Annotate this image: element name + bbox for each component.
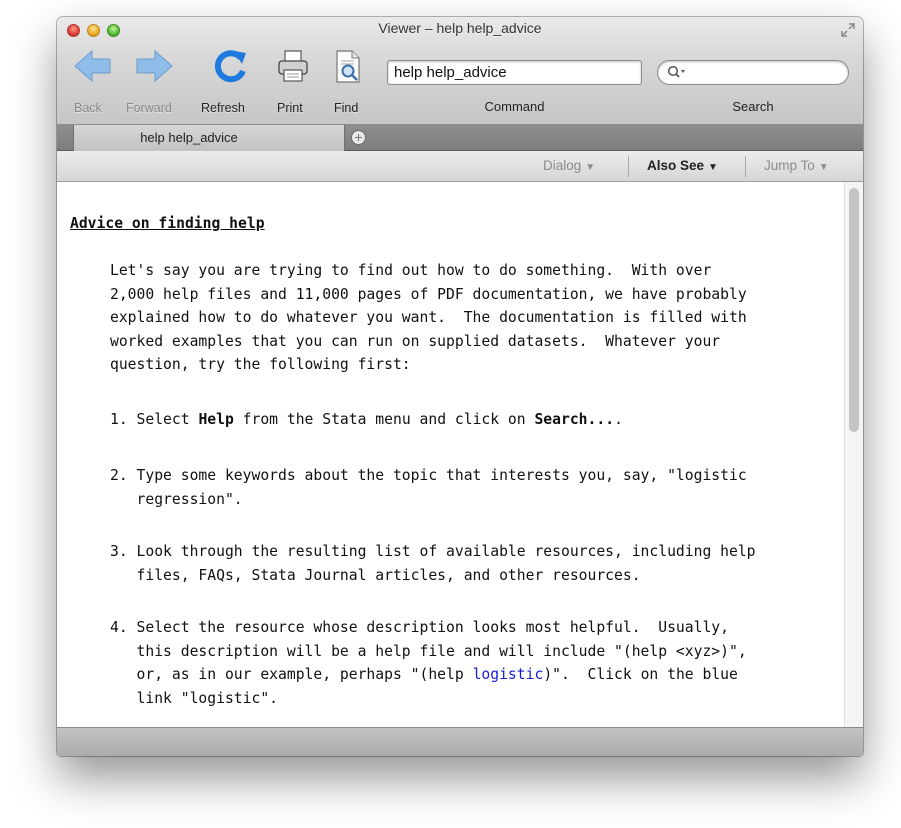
viewer-window: Viewer – help help_advice Back Forward R… [57, 17, 863, 756]
search-label: Search [732, 99, 774, 114]
back-arrow-icon [74, 49, 111, 83]
find-icon [336, 50, 360, 83]
print-button[interactable]: Print [271, 49, 315, 115]
divider [628, 156, 629, 177]
step-4-text: )". Click on the blue [543, 666, 738, 683]
vertical-scrollbar[interactable] [844, 182, 863, 727]
command-label: Command [484, 99, 545, 114]
help-menu-ref: Help [198, 411, 234, 428]
command-input[interactable] [387, 60, 642, 85]
step-4-line: link "logistic". [110, 689, 279, 707]
chevron-down-icon: ▼ [585, 162, 596, 173]
scrollbar-thumb[interactable] [849, 188, 859, 432]
forward-label: Forward [126, 101, 172, 115]
step-2-line: 2. Type some keywords about the topic th… [110, 467, 747, 484]
intro-line: worked examples that you can run on supp… [110, 332, 721, 350]
help-heading: Advice on finding help [70, 215, 265, 232]
intro-line: Let's say you are trying to find out how… [110, 262, 712, 279]
intro-line: explained how to do whatever you want. T… [110, 309, 747, 326]
intro-line: 2,000 help files and 11,000 pages of PDF… [110, 285, 747, 303]
search-icon [667, 65, 685, 78]
find-label: Find [334, 101, 359, 115]
search-field[interactable] [657, 60, 849, 85]
window-toolbar: Viewer – help help_advice Back Forward R… [57, 17, 863, 125]
refresh-label: Refresh [201, 101, 245, 115]
jump-to-menu[interactable]: Jump To ▼ [764, 158, 829, 173]
back-label: Back [74, 101, 102, 115]
tab-help-advice[interactable]: help help_advice [73, 125, 345, 151]
logistic-link[interactable]: logistic [473, 666, 544, 683]
step-2: 2. Type some keywords about the topic th… [110, 464, 747, 511]
viewer-subtoolbar: Dialog ▼ Also See ▼ Jump To ▼ [57, 151, 863, 182]
dialog-menu-label: Dialog [543, 158, 582, 173]
chevron-down-icon: ▼ [708, 162, 718, 173]
refresh-icon [214, 50, 246, 83]
fullscreen-icon[interactable] [841, 23, 855, 37]
intro-line: question, try the following first: [110, 356, 411, 373]
step-4-text: or, as in our example, perhaps "(help [110, 666, 473, 683]
forward-arrow-icon [136, 49, 173, 83]
also-see-label: Also See [647, 158, 705, 173]
step-3-line: files, FAQs, Stata Journal articles, and… [110, 566, 641, 584]
print-label: Print [277, 101, 303, 115]
step-1: 1. Select Help from the Stata menu and c… [110, 408, 623, 432]
also-see-menu[interactable]: Also See ▼ [647, 158, 718, 173]
tab-bar: help help_advice [57, 125, 863, 151]
step-4-line: 4. Select the resource whose description… [110, 619, 729, 636]
status-bar [57, 727, 863, 756]
step-4: 4. Select the resource whose description… [110, 616, 747, 710]
divider [745, 156, 746, 177]
forward-button[interactable]: Forward [123, 49, 183, 115]
printer-icon [278, 50, 308, 82]
step-4-line: or, as in our example, perhaps "(help lo… [110, 663, 747, 687]
add-tab-icon[interactable] [351, 130, 366, 145]
step-4-line: this description will be a help file and… [110, 642, 747, 660]
intro-paragraph: Let's say you are trying to find out how… [110, 259, 747, 377]
window-title: Viewer – help help_advice [378, 20, 542, 36]
chevron-down-icon: ▼ [818, 162, 829, 173]
step-1-text: from the Stata menu and click on [233, 411, 535, 428]
search-menu-ref: Search... [534, 411, 615, 428]
step-1-text: . [614, 411, 623, 428]
step-3: 3. Look through the resulting list of av… [110, 540, 756, 587]
step-2-line: regression". [110, 490, 243, 508]
step-3-line: 3. Look through the resulting list of av… [110, 543, 756, 560]
jump-to-label: Jump To [764, 158, 815, 173]
refresh-button[interactable]: Refresh [200, 49, 258, 115]
help-content: Advice on finding help Let's say you are… [57, 182, 863, 727]
step-1-text: 1. Select [110, 411, 199, 428]
dialog-menu[interactable]: Dialog ▼ [543, 158, 595, 173]
back-button[interactable]: Back [71, 49, 117, 115]
find-button[interactable]: Find [329, 49, 369, 115]
